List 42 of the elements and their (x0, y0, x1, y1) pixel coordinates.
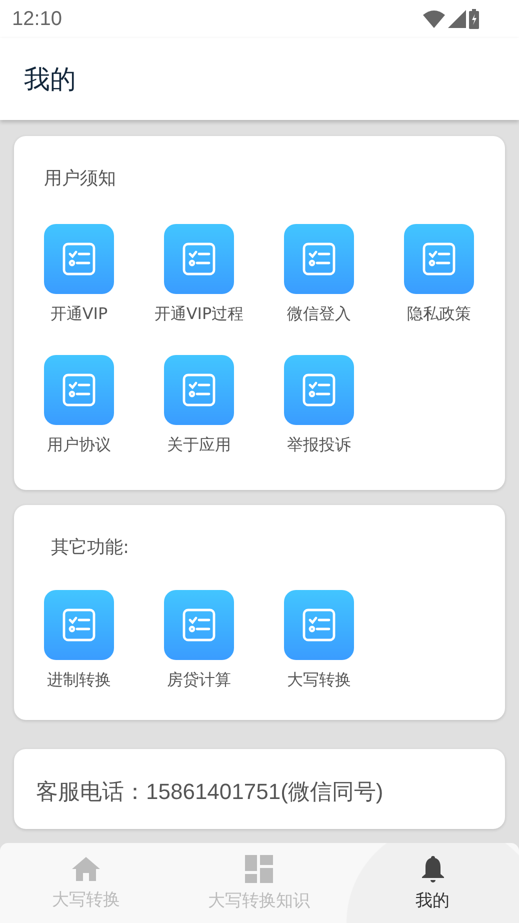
bell-icon (420, 854, 444, 882)
checklist-icon (182, 242, 216, 276)
tile-label[interactable]: 隐私政策 (407, 304, 471, 325)
tile-icon[interactable] (284, 355, 354, 425)
checklist-icon (302, 608, 336, 642)
tile-icon[interactable] (284, 590, 354, 660)
checklist-icon (302, 373, 336, 407)
section-title: 其它功能: (51, 536, 130, 559)
wifi-icon (423, 10, 445, 28)
tile-label[interactable]: 房贷计算 (167, 670, 231, 691)
checklist-icon (182, 608, 216, 642)
checklist-icon (62, 242, 96, 276)
checklist-icon (182, 373, 216, 407)
tile-label[interactable]: 微信登入 (287, 304, 351, 325)
tile-icon[interactable] (44, 355, 114, 425)
tile-icon[interactable] (164, 590, 234, 660)
tile-icon[interactable] (44, 224, 114, 294)
checklist-icon (62, 373, 96, 407)
tile-icon[interactable] (164, 355, 234, 425)
tile-label[interactable]: 关于应用 (167, 435, 231, 456)
tile-label[interactable]: 用户协议 (47, 435, 111, 456)
tile-icon[interactable] (404, 224, 474, 294)
tile-icon[interactable] (44, 590, 114, 660)
checklist-icon (422, 242, 456, 276)
battery-icon (469, 9, 479, 29)
signal-icon (448, 10, 466, 28)
tile-icon[interactable] (284, 224, 354, 294)
section-title: 用户须知 (44, 167, 117, 190)
tile-label[interactable]: 开通VIP (50, 304, 108, 325)
checklist-icon (62, 608, 96, 642)
tile-label[interactable]: 大写转换 (287, 670, 351, 691)
contact-phone-text: 客服电话：15861401751(微信同号) (36, 779, 384, 804)
tile-label[interactable]: 开通VIP过程 (154, 304, 244, 325)
home-icon (71, 856, 101, 882)
status-time: 12:10 (12, 8, 62, 30)
dashboard-icon (245, 854, 273, 882)
nav-tab[interactable]: 我的 (346, 843, 519, 923)
tile-label[interactable]: 进制转换 (47, 670, 111, 691)
page-title: 我的 (24, 64, 76, 96)
tile-icon[interactable] (164, 224, 234, 294)
tile-label[interactable]: 举报投诉 (287, 435, 351, 456)
checklist-icon (302, 242, 336, 276)
